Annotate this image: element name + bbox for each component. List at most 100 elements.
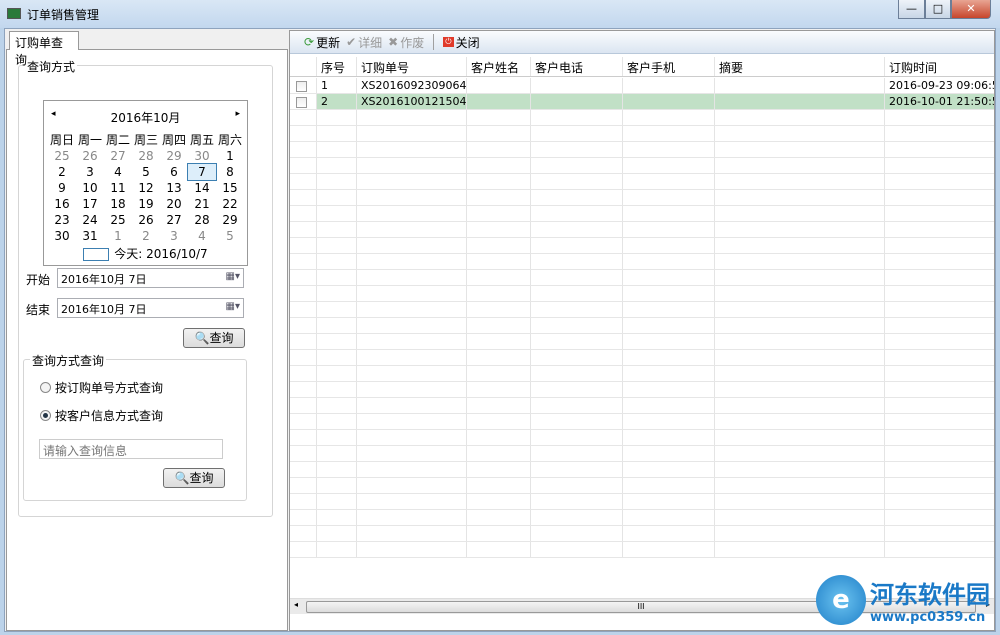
calendar-day[interactable]: 25 [48, 148, 76, 164]
info-query-button[interactable]: 🔍查询 [163, 468, 225, 488]
cell-time [885, 398, 994, 413]
cell-order [357, 270, 467, 285]
calendar-day[interactable]: 28 [132, 148, 160, 164]
radio-customer-info[interactable]: 按客户信息方式查询 [40, 407, 163, 424]
tab-order-query[interactable]: 订购单查询 [9, 31, 79, 67]
radio-order-number[interactable]: 按订购单号方式查询 [40, 379, 163, 396]
today-link[interactable]: 今天: 2016/10/7 [44, 245, 247, 262]
void-button[interactable]: ✖ 作废 [388, 34, 424, 51]
cell-phone [531, 542, 623, 557]
column-header[interactable]: 客户手机 [623, 57, 715, 76]
next-month-icon[interactable]: ▸ [235, 109, 240, 119]
calendar-day[interactable]: 23 [48, 212, 76, 228]
cell-phone [531, 446, 623, 461]
calendar-day[interactable]: 1 [216, 148, 244, 164]
calendar-day[interactable]: 26 [132, 212, 160, 228]
calendar-day[interactable]: 15 [216, 180, 244, 196]
cell-order [357, 126, 467, 141]
calendar-day[interactable]: 28 [188, 212, 216, 228]
calendar-day[interactable]: 14 [188, 180, 216, 196]
calendar-day[interactable]: 19 [132, 196, 160, 212]
minimize-button[interactable]: — [898, 0, 925, 19]
cell-no [317, 238, 357, 253]
column-header[interactable]: 订购单号 [357, 57, 467, 76]
table-row[interactable]: 1XS20160923090640 2016-09-23 09:06:53 [290, 78, 994, 94]
maximize-button[interactable]: □ [925, 0, 951, 19]
column-header[interactable] [290, 57, 317, 76]
calendar-day[interactable]: 9 [48, 180, 76, 196]
calendar-dropdown-icon[interactable]: ▦▾ [226, 271, 240, 282]
calendar-day[interactable]: 6 [160, 164, 188, 180]
calendar-day[interactable]: 16 [48, 196, 76, 212]
cell-phone [531, 126, 623, 141]
cell-phone [531, 238, 623, 253]
table-row[interactable]: 2XS20161001215049 2016-10-01 21:50:58 [290, 94, 994, 110]
calendar-day[interactable]: 12 [132, 180, 160, 196]
row-checkbox[interactable] [296, 97, 307, 108]
cell-no [317, 142, 357, 157]
cell-order [357, 158, 467, 173]
row-checkbox[interactable] [296, 81, 307, 92]
refresh-button[interactable]: ⟳ 更新 [304, 34, 340, 51]
end-date-picker[interactable]: 2016年10月 7日 ▦▾ [57, 298, 244, 318]
calendar-day[interactable]: 5 [132, 164, 160, 180]
calendar-day[interactable]: 30 [48, 228, 76, 244]
column-header[interactable]: 客户姓名 [467, 57, 531, 76]
calendar-day[interactable]: 10 [76, 180, 104, 196]
calendar-day[interactable]: 31 [76, 228, 104, 244]
calendar-day[interactable]: 1 [104, 228, 132, 244]
calendar-day[interactable]: 8 [216, 164, 244, 180]
calendar-day[interactable]: 5 [216, 228, 244, 244]
calendar-day[interactable]: 3 [160, 228, 188, 244]
calendar-dropdown-icon[interactable]: ▦▾ [226, 301, 240, 312]
detail-button[interactable]: ✔ 详细 [346, 34, 382, 51]
query-info-input[interactable]: 请输入查询信息 [39, 439, 223, 459]
calendar-day[interactable]: 27 [160, 212, 188, 228]
empty-row [290, 382, 994, 398]
start-date-picker[interactable]: 2016年10月 7日 ▦▾ [57, 268, 244, 288]
calendar-day[interactable]: 24 [76, 212, 104, 228]
close-window-button[interactable]: ✕ [951, 0, 991, 19]
calendar-day[interactable]: 3 [76, 164, 104, 180]
cell-time [885, 286, 994, 301]
cell-no [317, 494, 357, 509]
calendar-day[interactable]: 7 [187, 163, 217, 181]
calendar-day[interactable]: 2 [132, 228, 160, 244]
query-button-label: 查询 [189, 471, 214, 485]
calendar-day[interactable]: 30 [188, 148, 216, 164]
calendar-day[interactable]: 29 [216, 212, 244, 228]
weekday-header: 周五 [189, 133, 214, 147]
cell-mobile [623, 414, 715, 429]
calendar-day[interactable]: 21 [188, 196, 216, 212]
cell-phone [531, 462, 623, 477]
scroll-left-icon[interactable]: ◂ [294, 600, 298, 609]
calendar-day[interactable]: 11 [104, 180, 132, 196]
cell-phone [531, 350, 623, 365]
calendar-day[interactable]: 13 [160, 180, 188, 196]
cell-summary [715, 430, 885, 445]
cell-time [885, 158, 994, 173]
empty-row [290, 270, 994, 286]
calendar-day[interactable]: 25 [104, 212, 132, 228]
calendar-day[interactable]: 4 [188, 228, 216, 244]
column-header[interactable]: 序号 [317, 57, 357, 76]
calendar: ◂ 2016年10月 ▸ 周日 周一 周二 周三 周四 周五 周六 25 26 27 28 29 30 1… [43, 100, 248, 266]
column-header[interactable]: 客户电话 [531, 57, 623, 76]
column-header[interactable]: 订购时间 [885, 57, 994, 76]
calendar-day[interactable]: 18 [104, 196, 132, 212]
calendar-day[interactable]: 4 [104, 164, 132, 180]
calendar-grid: 周日 周一 周二 周三 周四 周五 周六 25 26 27 28 29 30 1 2 3 4 5 6 7 8 9 10 11 1… [48, 131, 244, 244]
column-header[interactable]: 摘要 [715, 57, 885, 76]
calendar-day[interactable]: 22 [216, 196, 244, 212]
calendar-day[interactable]: 26 [76, 148, 104, 164]
calendar-day[interactable]: 27 [104, 148, 132, 164]
date-query-button[interactable]: 🔍查询 [183, 328, 245, 348]
close-button[interactable]: ⏻ 关闭 [443, 34, 480, 51]
empty-row [290, 334, 994, 350]
calendar-day[interactable]: 2 [48, 164, 76, 180]
cell-order [357, 286, 467, 301]
calendar-day[interactable]: 29 [160, 148, 188, 164]
calendar-day[interactable]: 20 [160, 196, 188, 212]
calendar-day[interactable]: 17 [76, 196, 104, 212]
cell-mobile [623, 158, 715, 173]
